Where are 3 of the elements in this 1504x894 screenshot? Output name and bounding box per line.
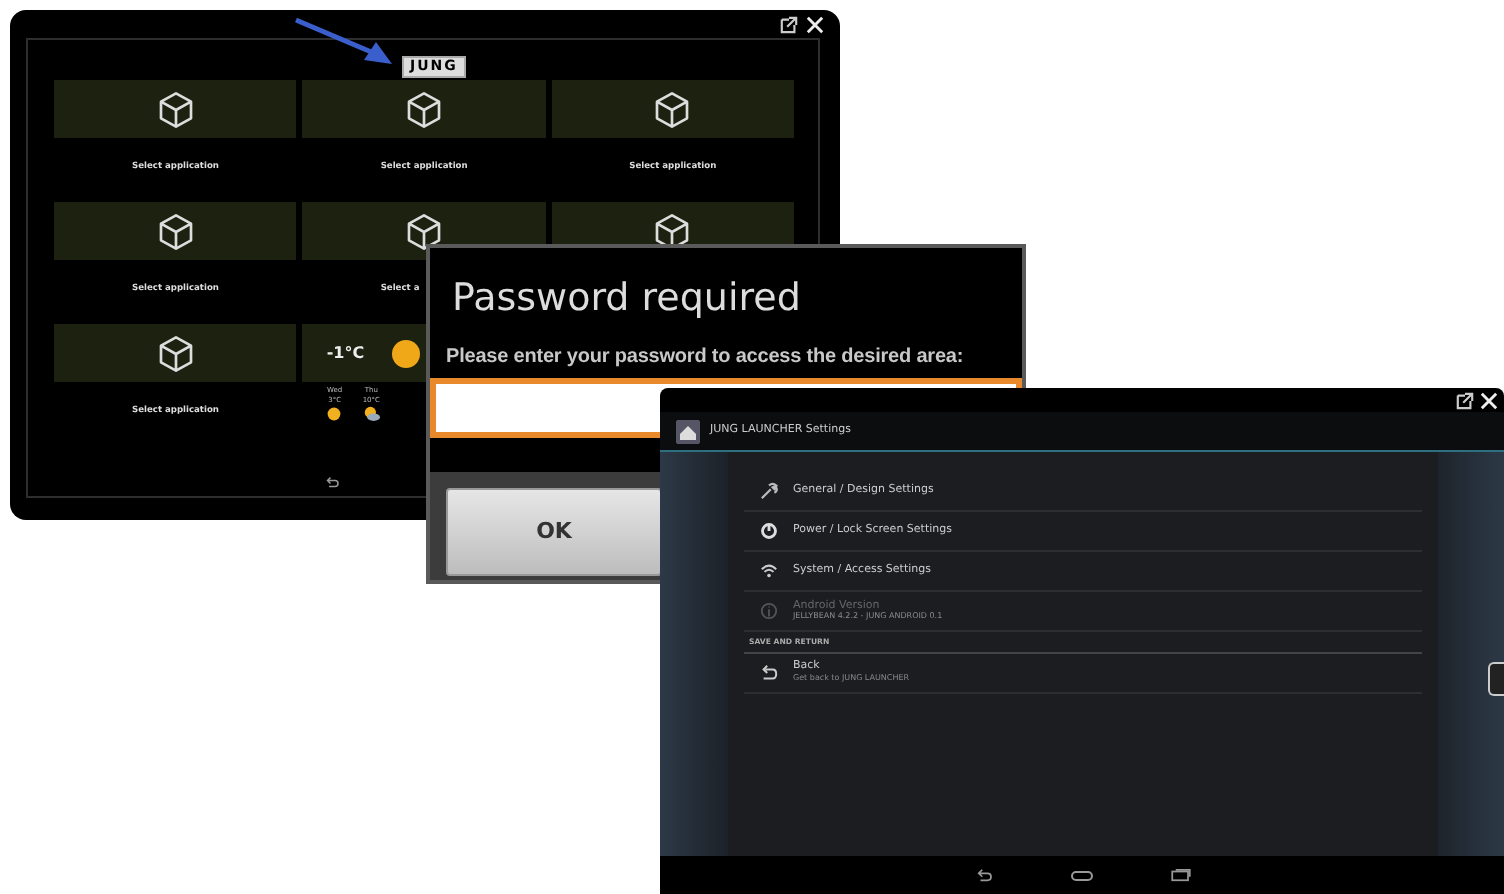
temperature: -1°C — [326, 341, 365, 365]
dialog-title: Password required — [450, 274, 803, 322]
dialog-message: Please enter your password to access the desired area: — [444, 344, 966, 370]
